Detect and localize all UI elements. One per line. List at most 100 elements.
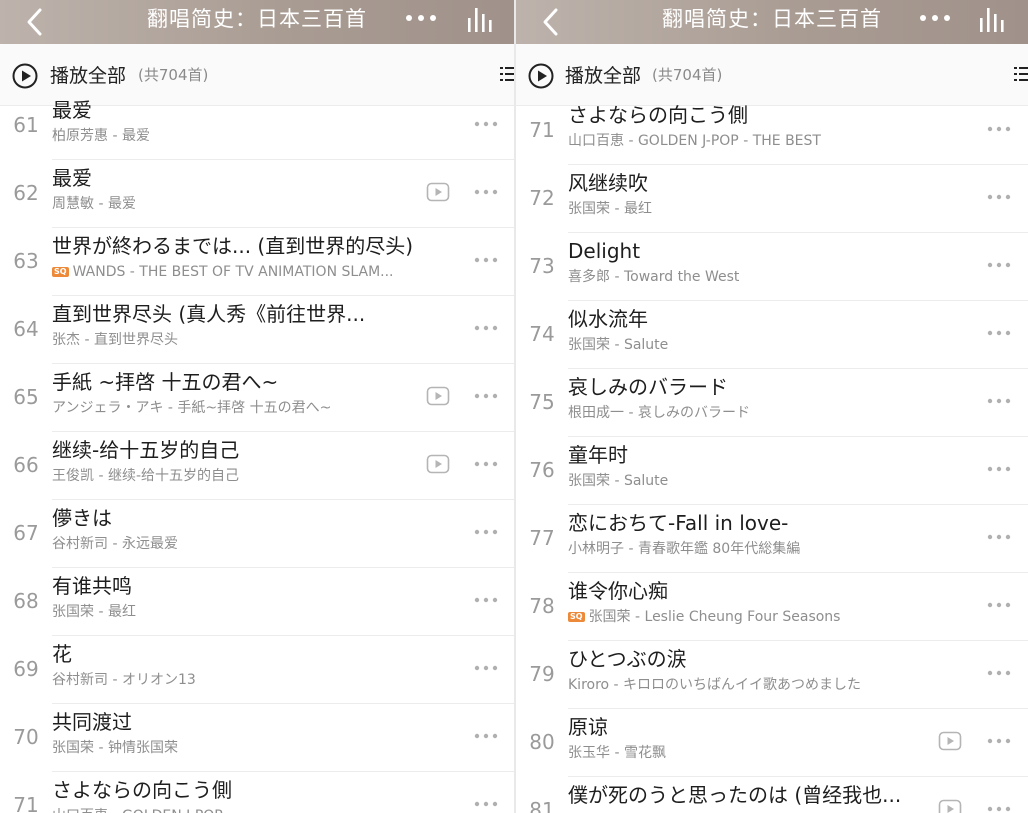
song-subtitle: 谷村新司 - オリオン13	[52, 671, 196, 689]
list-item[interactable]: 62 最爱 周慧敏 - 最爱	[0, 160, 514, 228]
song-title: 僕が死のうと思ったのは (曾经我也...	[568, 783, 902, 807]
list-item[interactable]: 66 继续-给十五岁的自己 王俊凯 - 继续-给十五岁的自己	[0, 432, 514, 500]
song-title: 共同渡过	[52, 710, 132, 734]
song-subtitle: 柏原芳惠 - 最爱	[52, 127, 150, 145]
song-count: (共704首)	[652, 66, 723, 84]
play-all-button[interactable]: 播放全部	[565, 61, 641, 88]
list-item[interactable]: 77 恋におちて-Fall in love- 小林明子 - 青春歌年鑑 80年代…	[516, 505, 1028, 573]
more-options-icon[interactable]	[986, 805, 1012, 813]
more-dots-icon[interactable]	[918, 8, 952, 28]
equalizer-bars-icon[interactable]	[466, 6, 498, 34]
more-options-icon[interactable]	[986, 533, 1012, 541]
song-subtitle: Kiroro - キロロのいちばんイイ歌あつめました	[568, 676, 861, 694]
song-title: 世界が終わるまでは... (直到世界的尽头)	[52, 234, 414, 258]
list-item[interactable]: 74 似水流年 张国荣 - Salute	[516, 301, 1028, 369]
more-options-icon[interactable]	[986, 193, 1012, 201]
song-title: さよならの向こう側	[568, 103, 748, 127]
song-subtitle: 张国荣 - Salute	[568, 472, 668, 490]
song-title: 花	[52, 642, 72, 666]
list-item[interactable]: 71 さよならの向こう側 山口百恵 - GOLDEN J-POP - THE B…	[516, 97, 1028, 165]
list-item[interactable]: 63 世界が終わるまでは... (直到世界的尽头) SQ WANDS - THE …	[0, 228, 514, 296]
video-play-icon[interactable]	[426, 182, 450, 202]
artist-album: 王俊凯 - 继续-给十五岁的自己	[52, 468, 240, 484]
more-options-icon[interactable]	[473, 460, 499, 468]
song-title: 继续-给十五岁的自己	[52, 438, 240, 462]
more-options-icon[interactable]	[473, 800, 499, 808]
list-item[interactable]: 73 Delight 喜多郎 - Toward the West	[516, 233, 1028, 301]
more-options-icon[interactable]	[986, 737, 1012, 745]
song-subtitle: 根田成一 - 哀しみのバラード	[568, 404, 750, 422]
list-item[interactable]: 75 哀しみのバラード 根田成一 - 哀しみのバラード	[516, 369, 1028, 437]
more-options-icon[interactable]	[473, 120, 499, 128]
play-circle-icon[interactable]	[528, 63, 554, 89]
artist-album: 柏原芳惠 - 最爱	[52, 128, 150, 144]
more-options-icon[interactable]	[473, 392, 499, 400]
song-title: 恋におちて-Fall in love-	[568, 511, 789, 535]
play-circle-icon[interactable]	[12, 63, 38, 89]
song-subtitle: SQ WANDS - THE BEST OF TV ANIMATION SLAM.…	[52, 263, 394, 281]
more-options-icon[interactable]	[986, 261, 1012, 269]
more-options-icon[interactable]	[473, 188, 499, 196]
song-title: 直到世界尽头 (真人秀《前往世界...	[52, 302, 366, 326]
equalizer-bars-icon[interactable]	[978, 6, 1010, 34]
video-play-icon[interactable]	[938, 799, 962, 813]
top-bar: 翻唱简史：日本三百首	[0, 0, 514, 44]
track-number: 74	[529, 322, 555, 346]
artist-album: 张国荣 - 钟情张国荣	[52, 740, 178, 756]
more-options-icon[interactable]	[473, 256, 499, 264]
more-dots-icon[interactable]	[404, 8, 438, 28]
video-play-icon[interactable]	[426, 386, 450, 406]
track-number: 80	[529, 730, 555, 754]
more-options-icon[interactable]	[986, 397, 1012, 405]
song-title: 童年时	[568, 443, 628, 467]
artist-album: 张国荣 - Leslie Cheung Four Seasons	[588, 609, 841, 625]
song-title: Delight	[568, 239, 641, 263]
list-item[interactable]: 70 共同渡过 张国荣 - 钟情张国荣	[0, 704, 514, 772]
play-all-button[interactable]: 播放全部	[50, 61, 126, 88]
song-title: 风继续吹	[568, 171, 648, 195]
more-options-icon[interactable]	[986, 669, 1012, 677]
more-options-icon[interactable]	[986, 329, 1012, 337]
list-item[interactable]: 67 儚きは 谷村新司 - 永远最爱	[0, 500, 514, 568]
track-number: 72	[529, 186, 555, 210]
artist-album: 张杰 - 直到世界尽头	[52, 332, 178, 348]
song-subtitle: 张杰 - 直到世界尽头	[52, 331, 178, 349]
track-number: 81	[529, 798, 555, 813]
song-title: 谁令你心痴	[568, 579, 668, 603]
song-title: 最爱	[52, 98, 92, 122]
list-item[interactable]: 68 有谁共鸣 张国荣 - 最红	[0, 568, 514, 636]
track-number: 78	[529, 594, 555, 618]
list-item[interactable]: 65 手紙 ~拝啓 十五の君へ~ アンジェラ・アキ - 手紙~拝啓 十五の君へ~	[0, 364, 514, 432]
more-options-icon[interactable]	[473, 732, 499, 740]
more-options-icon[interactable]	[473, 596, 499, 604]
song-subtitle: 张国荣 - 最红	[52, 603, 136, 621]
more-options-icon[interactable]	[473, 528, 499, 536]
song-subtitle: 张玉华 - 雪花飘	[568, 744, 666, 762]
video-play-icon[interactable]	[938, 731, 962, 751]
more-options-icon[interactable]	[986, 465, 1012, 473]
list-item[interactable]: 79 ひとつぶの涙 Kiroro - キロロのいちばんイイ歌あつめました	[516, 641, 1028, 709]
list-item[interactable]: 64 直到世界尽头 (真人秀《前往世界... 张杰 - 直到世界尽头	[0, 296, 514, 364]
song-subtitle: 山口百恵 - GOLDEN J-POP	[52, 807, 223, 813]
artist-album: 周慧敏 - 最爱	[52, 196, 136, 212]
list-item[interactable]: 80 原谅 张玉华 - 雪花飘	[516, 709, 1028, 777]
list-item[interactable]: 69 花 谷村新司 - オリオン13	[0, 636, 514, 704]
video-play-icon[interactable]	[426, 454, 450, 474]
track-number: 68	[13, 589, 39, 613]
list-item[interactable]: 78 谁令你心痴 SQ 张国荣 - Leslie Cheung Four Seas…	[516, 573, 1028, 641]
more-options-icon[interactable]	[986, 125, 1012, 133]
artist-album: 张玉华 - 雪花飘	[568, 745, 666, 761]
song-count: (共704首)	[138, 66, 209, 84]
track-number: 70	[13, 725, 39, 749]
list-item[interactable]: 61 最爱 柏原芳惠 - 最爱	[0, 92, 514, 160]
more-options-icon[interactable]	[473, 664, 499, 672]
list-item[interactable]: 72 风继续吹 张国荣 - 最红	[516, 165, 1028, 233]
more-options-icon[interactable]	[473, 324, 499, 332]
track-number: 71	[529, 118, 555, 142]
more-options-icon[interactable]	[986, 601, 1012, 609]
list-item[interactable]: 76 童年时 张国荣 - Salute	[516, 437, 1028, 505]
song-subtitle: 喜多郎 - Toward the West	[568, 268, 739, 286]
list-item[interactable]: 71 さよならの向こう側 山口百恵 - GOLDEN J-POP	[0, 772, 514, 813]
list-item[interactable]: 81 僕が死のうと思ったのは (曾经我也...	[516, 777, 1028, 813]
track-number: 65	[13, 385, 39, 409]
